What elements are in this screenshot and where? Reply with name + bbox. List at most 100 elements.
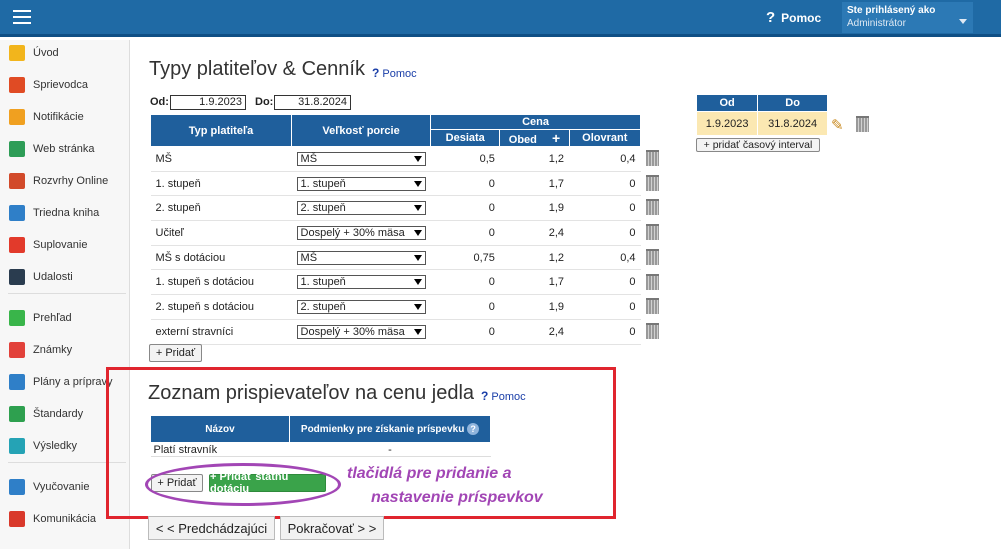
- cell-obed[interactable]: 1,7: [499, 171, 570, 197]
- events-icon: [9, 269, 25, 285]
- contrib-title: Zoznam prispievateľov na cenu jedla: [148, 382, 475, 404]
- trash-icon[interactable]: [646, 298, 659, 315]
- question-icon[interactable]: ?: [467, 423, 480, 435]
- sidebar-item-label: Výsledky: [33, 440, 78, 452]
- cell-size: 1. stupeň: [291, 269, 431, 296]
- sidebar-item-label: Udalosti: [33, 271, 73, 283]
- cell-desiata[interactable]: 0: [430, 195, 500, 222]
- portion-select[interactable]: 1. stupeň: [296, 275, 426, 290]
- contrib-row[interactable]: Platí stravník -: [150, 442, 491, 457]
- portion-select[interactable]: Dospelý + 30% mäsa: [296, 324, 426, 339]
- portion-select[interactable]: MŠ: [296, 250, 426, 265]
- trash-icon[interactable]: [856, 116, 869, 132]
- annotation-ellipse: [145, 463, 341, 506]
- interval-od-cell[interactable]: 1.9.2023: [695, 111, 759, 136]
- sidebar-item-0[interactable]: Úvod: [0, 40, 130, 66]
- cell-olovrant[interactable]: 0: [569, 171, 641, 197]
- cell-olovrant[interactable]: 0: [569, 319, 641, 345]
- trash-icon[interactable]: [646, 174, 659, 191]
- trash-icon[interactable]: [646, 322, 659, 339]
- cell-desiata[interactable]: 0: [430, 220, 500, 246]
- cell-desiata[interactable]: 0: [430, 171, 500, 197]
- interval-do-cell[interactable]: 31.8.2024: [757, 111, 828, 136]
- cell-size: Dospelý + 30% mäsa: [291, 319, 431, 345]
- cell-olovrant[interactable]: 0: [569, 269, 641, 296]
- portion-select[interactable]: Dospelý + 30% mäsa: [296, 225, 426, 240]
- top-bar: ? Pomoc Ste prihlásený ako Administrátor: [0, 0, 1001, 37]
- cell-size: MŠ: [291, 146, 431, 172]
- grades-icon: [9, 342, 25, 358]
- cell-obed[interactable]: 2,4: [499, 319, 570, 345]
- sidebar-item-4[interactable]: Rozvrhy Online: [0, 168, 130, 194]
- cell-obed[interactable]: 1,2: [499, 146, 570, 172]
- cell-desiata[interactable]: 0,5: [430, 146, 500, 172]
- do-label: Do:: [255, 96, 274, 108]
- help-link-title[interactable]: ? Pomoc: [372, 66, 417, 80]
- cell-desiata[interactable]: 0: [430, 294, 500, 320]
- sidebar-item-6[interactable]: Suplovanie: [0, 232, 130, 258]
- sidebar-item-label: Notifikácie: [33, 111, 84, 123]
- trash-icon[interactable]: [646, 273, 659, 290]
- portion-select[interactable]: 2. stupeň: [296, 299, 426, 314]
- question-icon: ?: [766, 9, 776, 26]
- od-input[interactable]: 1.9.2023: [170, 95, 246, 110]
- help-link-contrib[interactable]: ? Pomoc: [481, 389, 526, 403]
- chat-icon: [9, 511, 25, 527]
- table-row: MŠ s dotáciou MŠ 0,75 1,2 0,4: [150, 245, 641, 271]
- chevron-down-icon: [413, 254, 422, 261]
- cell-olovrant[interactable]: 0,4: [569, 245, 641, 271]
- do-input[interactable]: 31.8.2024: [274, 95, 351, 110]
- portion-select-value: 1. stupeň: [300, 276, 346, 289]
- sidebar-item-1[interactable]: Sprievodca: [0, 72, 130, 98]
- sidebar-item-3[interactable]: Web stránka: [0, 136, 130, 162]
- pencil-icon[interactable]: ✎: [831, 116, 844, 134]
- user-role: Administrátor: [847, 18, 906, 29]
- next-button[interactable]: Pokračovať > >: [280, 516, 384, 540]
- sidebar-item-8[interactable]: Prehľad: [0, 305, 130, 331]
- cell-obed[interactable]: 1,7: [499, 269, 570, 296]
- cell-olovrant[interactable]: 0: [569, 220, 641, 246]
- table-row: 1. stupeň s dotáciou 1. stupeň 0 1,7 0: [150, 269, 641, 296]
- cell-olovrant[interactable]: 0,4: [569, 146, 641, 172]
- portion-select[interactable]: 2. stupeň: [296, 201, 426, 216]
- trash-icon[interactable]: [646, 224, 659, 241]
- cell-obed[interactable]: 1,9: [499, 294, 570, 320]
- portion-select-value: MŠ: [300, 152, 318, 165]
- cell-desiata[interactable]: 0,75: [430, 245, 500, 271]
- od-label: Od:: [150, 96, 169, 108]
- trash-icon[interactable]: [646, 150, 659, 166]
- cell-type: 2. stupeň s dotáciou: [150, 294, 292, 320]
- cell-size: 2. stupeň: [291, 195, 431, 222]
- trash-icon[interactable]: [646, 248, 659, 265]
- sidebar-item-2[interactable]: Notifikácie: [0, 104, 130, 130]
- sidebar-item-label: Sprievodca: [33, 79, 89, 91]
- user-label: Ste prihlásený ako: [847, 5, 936, 16]
- sidebar-divider: [8, 293, 126, 294]
- add-payer-button[interactable]: + Pridať: [149, 344, 202, 362]
- cell-desiata[interactable]: 0: [430, 269, 500, 296]
- help-link[interactable]: ? Pomoc: [766, 9, 821, 26]
- cell-size: 2. stupeň: [291, 294, 431, 320]
- menu-icon[interactable]: [13, 10, 31, 24]
- col-olovrant: Olovrant: [568, 129, 642, 147]
- sidebar-item-7[interactable]: Udalosti: [0, 264, 130, 290]
- sidebar-item-label: Plány a prípravy: [33, 376, 113, 388]
- contrib-cond-cell: -: [289, 442, 491, 457]
- cell-olovrant[interactable]: 0: [569, 294, 641, 320]
- plus-icon[interactable]: +: [552, 130, 560, 146]
- sidebar-item-label: Rozvrhy Online: [33, 175, 109, 187]
- sidebar-item-9[interactable]: Známky: [0, 337, 130, 363]
- cell-obed[interactable]: 1,9: [499, 195, 570, 222]
- cell-obed[interactable]: 2,4: [499, 220, 570, 246]
- table-row: 2. stupeň s dotáciou 2. stupeň 0 1,9 0: [150, 294, 641, 320]
- sidebar-item-5[interactable]: Triedna kniha: [0, 200, 130, 226]
- previous-button[interactable]: < < Predchádzajúci: [148, 516, 275, 540]
- cell-olovrant[interactable]: 0: [569, 195, 641, 222]
- add-interval-button[interactable]: + pridať časový interval: [696, 138, 820, 152]
- portion-select[interactable]: MŠ: [296, 151, 426, 166]
- portion-select[interactable]: 1. stupeň: [296, 176, 426, 191]
- cell-obed[interactable]: 1,2: [499, 245, 570, 271]
- user-dropdown[interactable]: Ste prihlásený ako Administrátor: [842, 2, 973, 33]
- cell-desiata[interactable]: 0: [430, 319, 500, 345]
- trash-icon[interactable]: [646, 199, 659, 216]
